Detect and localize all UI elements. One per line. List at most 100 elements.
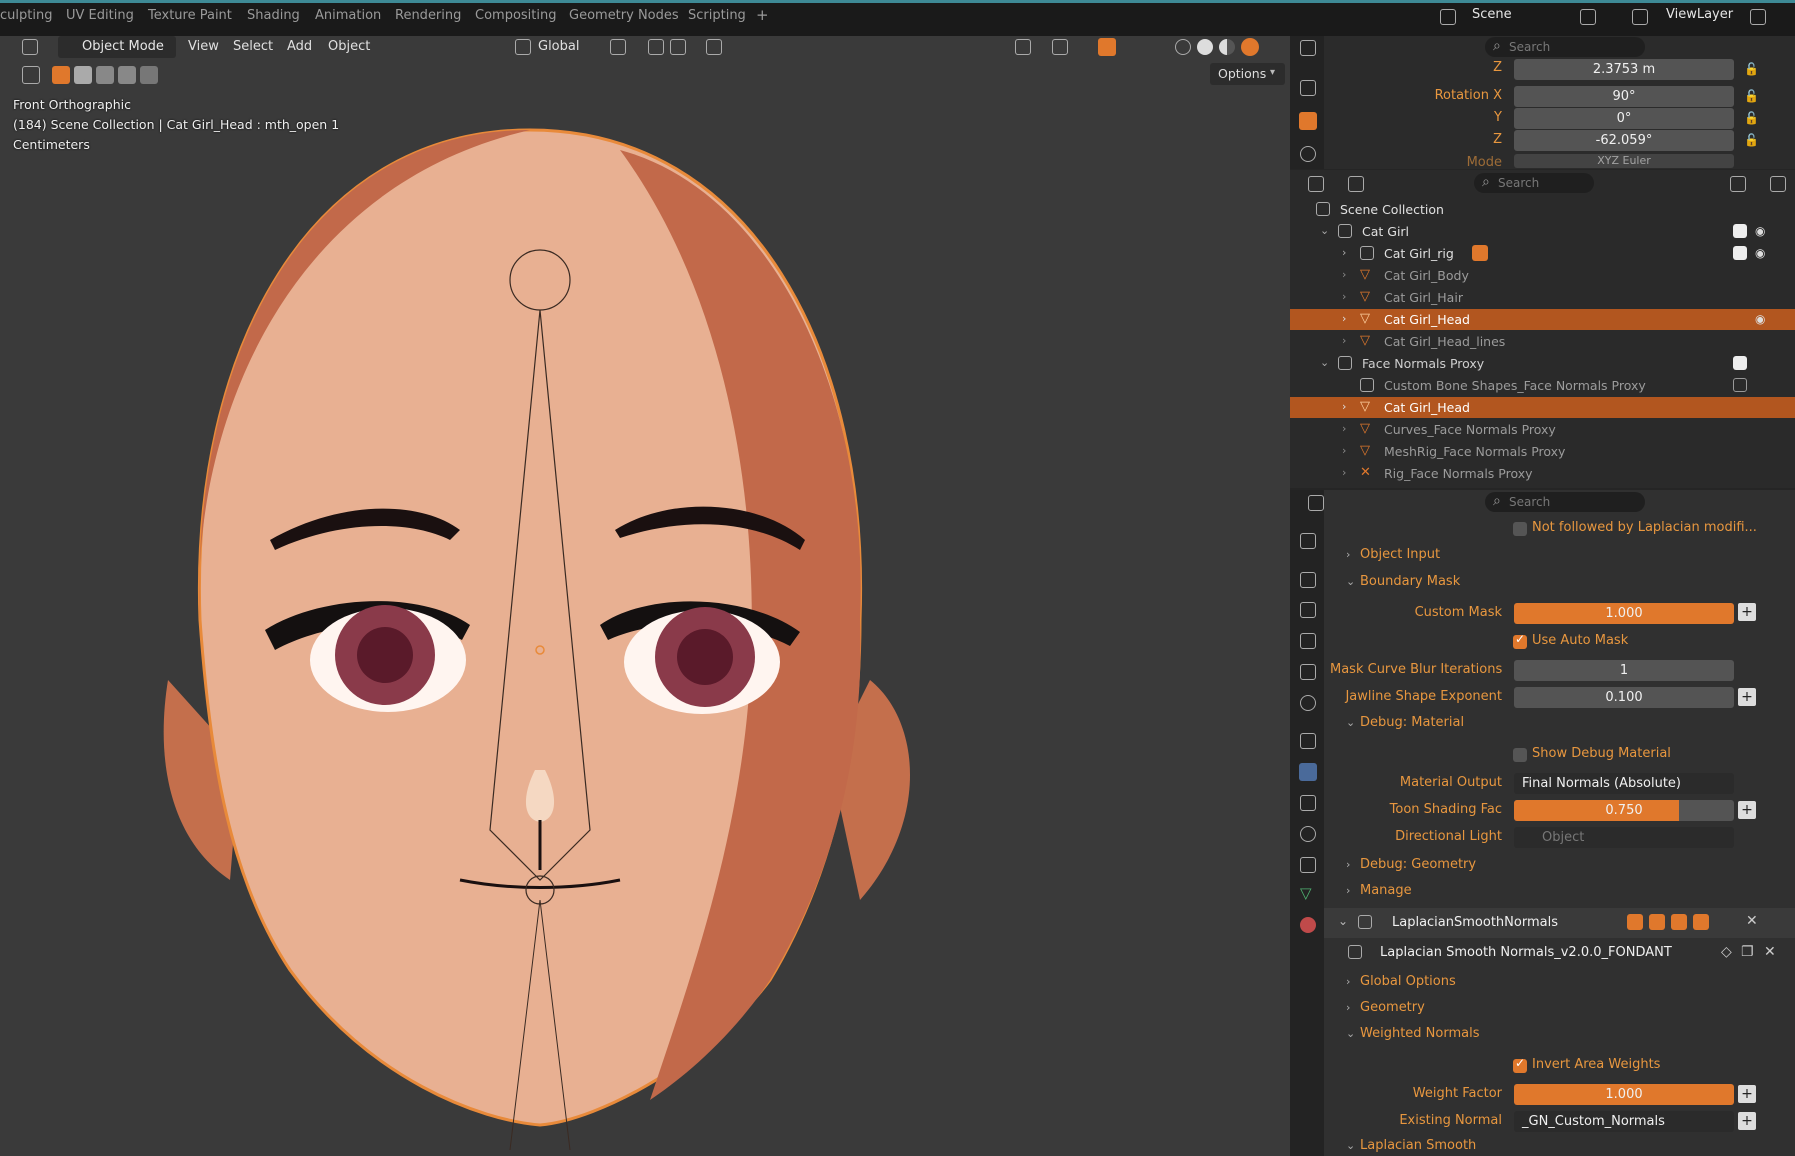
viewlayer-selector-icon[interactable]: [1632, 9, 1648, 25]
view-layer-tab-icon[interactable]: [1300, 633, 1316, 649]
scene-selector-icon[interactable]: [1440, 9, 1456, 25]
snap-target-icon[interactable]: [670, 39, 686, 55]
lock-icon[interactable]: 🔓: [1744, 62, 1759, 76]
chevron-right-icon[interactable]: ›: [1342, 334, 1346, 347]
scene-name[interactable]: Scene: [1472, 7, 1512, 22]
wrench-icon[interactable]: [1299, 763, 1317, 781]
chevron-right-icon[interactable]: ›: [1342, 268, 1346, 281]
tab-shading[interactable]: Shading: [247, 8, 300, 23]
chevron-right-icon[interactable]: ›: [1342, 290, 1346, 303]
tab-scripting[interactable]: Scripting: [688, 8, 746, 23]
section-boundary-mask[interactable]: ⌄ Boundary Mask: [1346, 574, 1460, 589]
viewlayer-copy-icon[interactable]: [1750, 9, 1766, 25]
add-workspace-button[interactable]: +: [756, 6, 769, 24]
chevron-right-icon[interactable]: ›: [1342, 422, 1346, 435]
section-laplacian-smooth[interactable]: ⌄ Laplacian Smooth: [1346, 1138, 1476, 1153]
display-mode-icon[interactable]: [1348, 176, 1364, 192]
section-manage[interactable]: › Manage: [1346, 883, 1412, 898]
eye-icon[interactable]: ◉: [1755, 224, 1765, 238]
material-preview-icon[interactable]: [1219, 39, 1235, 55]
menu-view[interactable]: View: [188, 39, 219, 54]
outliner-row[interactable]: › ▽ Cat Girl_Body: [1290, 265, 1795, 286]
outliner-search-input[interactable]: Search: [1474, 172, 1594, 193]
select-intersect-icon[interactable]: [140, 66, 158, 84]
gizmo-icon[interactable]: [1052, 39, 1068, 55]
chevron-right-icon[interactable]: ›: [1342, 400, 1346, 413]
collection-checkbox[interactable]: [1733, 224, 1747, 238]
properties-search-input[interactable]: Search: [1485, 36, 1645, 57]
directional-light-field[interactable]: Object: [1514, 827, 1734, 848]
object-tab-icon[interactable]: [1300, 733, 1316, 749]
duplicate-icon[interactable]: ❐: [1741, 944, 1754, 960]
outliner-row[interactable]: › ▽ Cat Girl_Head_lines: [1290, 331, 1795, 352]
collection-checkbox[interactable]: [1733, 378, 1747, 392]
rotation-mode-field[interactable]: XYZ Euler: [1514, 154, 1734, 168]
menu-select[interactable]: Select: [233, 39, 273, 54]
tab-sculpting[interactable]: culpting: [0, 8, 52, 23]
tab-animation[interactable]: Animation: [315, 8, 381, 23]
node-group-selector[interactable]: Laplacian Smooth Normals_v2.0.0_FONDANT …: [1346, 942, 1786, 964]
outliner-row[interactable]: › ▽ Cat Girl_Hair: [1290, 287, 1795, 308]
select-box-icon[interactable]: [52, 66, 70, 84]
render-tab-icon[interactable]: [1300, 572, 1316, 588]
editor-type-icon[interactable]: [22, 39, 38, 55]
use-auto-mask-checkbox[interactable]: [1513, 632, 1527, 649]
object-mode-dropdown[interactable]: Object Mode: [58, 36, 176, 58]
chevron-down-icon[interactable]: ⌄: [1338, 914, 1348, 928]
chevron-right-icon[interactable]: ›: [1342, 466, 1346, 479]
toon-shading-field[interactable]: 0.750: [1514, 800, 1734, 821]
outliner-row[interactable]: Custom Bone Shapes_Face Normals Proxy: [1290, 375, 1795, 396]
collection-checkbox[interactable]: [1733, 246, 1747, 260]
visibility-icon[interactable]: [1015, 39, 1031, 55]
custom-mask-field[interactable]: 1.000: [1514, 603, 1734, 624]
modifier-header[interactable]: ⌄ LaplacianSmoothNormals ✕: [1324, 908, 1795, 938]
modifier-name[interactable]: LaplacianSmoothNormals: [1392, 915, 1558, 930]
outliner-row-selected[interactable]: › ▽ Cat Girl_Head: [1290, 397, 1795, 418]
section-global-options[interactable]: › Global Options: [1346, 974, 1456, 989]
outliner-editor-icon[interactable]: [1308, 176, 1324, 192]
outliner-row[interactable]: › ▽ MeshRig_Face Normals Proxy: [1290, 441, 1795, 462]
filter-icon[interactable]: [1730, 176, 1746, 192]
outliner-row[interactable]: › ▽ Curves_Face Normals Proxy: [1290, 419, 1795, 440]
eye-icon[interactable]: ◉: [1755, 246, 1765, 260]
outliner-row[interactable]: ⌄ Cat Girl ◉: [1290, 221, 1795, 242]
add-attribute-icon[interactable]: +: [1738, 688, 1756, 706]
invert-area-weights-checkbox[interactable]: [1513, 1056, 1527, 1073]
proportional-edit-icon[interactable]: [706, 39, 722, 55]
data-tab-icon[interactable]: ▽: [1300, 884, 1312, 902]
outliner-row[interactable]: › ✕ Rig_Face Normals Proxy: [1290, 463, 1795, 484]
edit-mode-icon[interactable]: [1627, 914, 1643, 930]
new-collection-icon[interactable]: [1770, 176, 1786, 192]
rotation-x-field[interactable]: 90°: [1514, 86, 1734, 107]
properties-search-input[interactable]: Search: [1485, 491, 1645, 512]
solid-shading-icon[interactable]: [1197, 39, 1213, 55]
chevron-down-icon[interactable]: ⌄: [1320, 224, 1329, 237]
lock-icon[interactable]: 🔓: [1744, 111, 1759, 125]
object-properties-icon[interactable]: [1299, 112, 1317, 130]
existing-normal-field[interactable]: _GN_Custom_Normals: [1514, 1111, 1734, 1132]
scene-tab-icon[interactable]: [1300, 664, 1316, 680]
outliner-row[interactable]: Scene Collection: [1290, 199, 1795, 220]
viewport-display-icon[interactable]: [1671, 914, 1687, 930]
tool-select-icon[interactable]: [22, 66, 40, 84]
options-dropdown[interactable]: Options ▾: [1210, 63, 1285, 85]
material-output-dropdown[interactable]: Final Normals (Absolute): [1514, 773, 1734, 794]
add-attribute-icon[interactable]: +: [1738, 1085, 1756, 1103]
rotation-z-field[interactable]: -62.059°: [1514, 130, 1734, 151]
weight-factor-field[interactable]: 1.000: [1514, 1084, 1734, 1105]
select-invert-icon[interactable]: [118, 66, 136, 84]
rendered-shading-icon[interactable]: [1241, 38, 1259, 56]
close-icon[interactable]: ✕: [1764, 944, 1776, 960]
outliner-row[interactable]: › Cat Girl_rig ◉: [1290, 243, 1795, 264]
viewlayer-name[interactable]: ViewLayer: [1666, 7, 1733, 22]
tool-tab-icon[interactable]: [1300, 533, 1316, 549]
lock-icon[interactable]: 🔓: [1744, 89, 1759, 103]
chevron-right-icon[interactable]: ›: [1342, 444, 1346, 457]
jawline-field[interactable]: 0.100: [1514, 687, 1734, 708]
cage-icon[interactable]: [1649, 914, 1665, 930]
mask-curve-field[interactable]: 1: [1514, 660, 1734, 681]
chevron-right-icon[interactable]: ›: [1342, 312, 1346, 325]
add-attribute-icon[interactable]: +: [1738, 603, 1756, 621]
output-tab-icon[interactable]: [1300, 602, 1316, 618]
eye-icon[interactable]: ◉: [1755, 312, 1765, 326]
